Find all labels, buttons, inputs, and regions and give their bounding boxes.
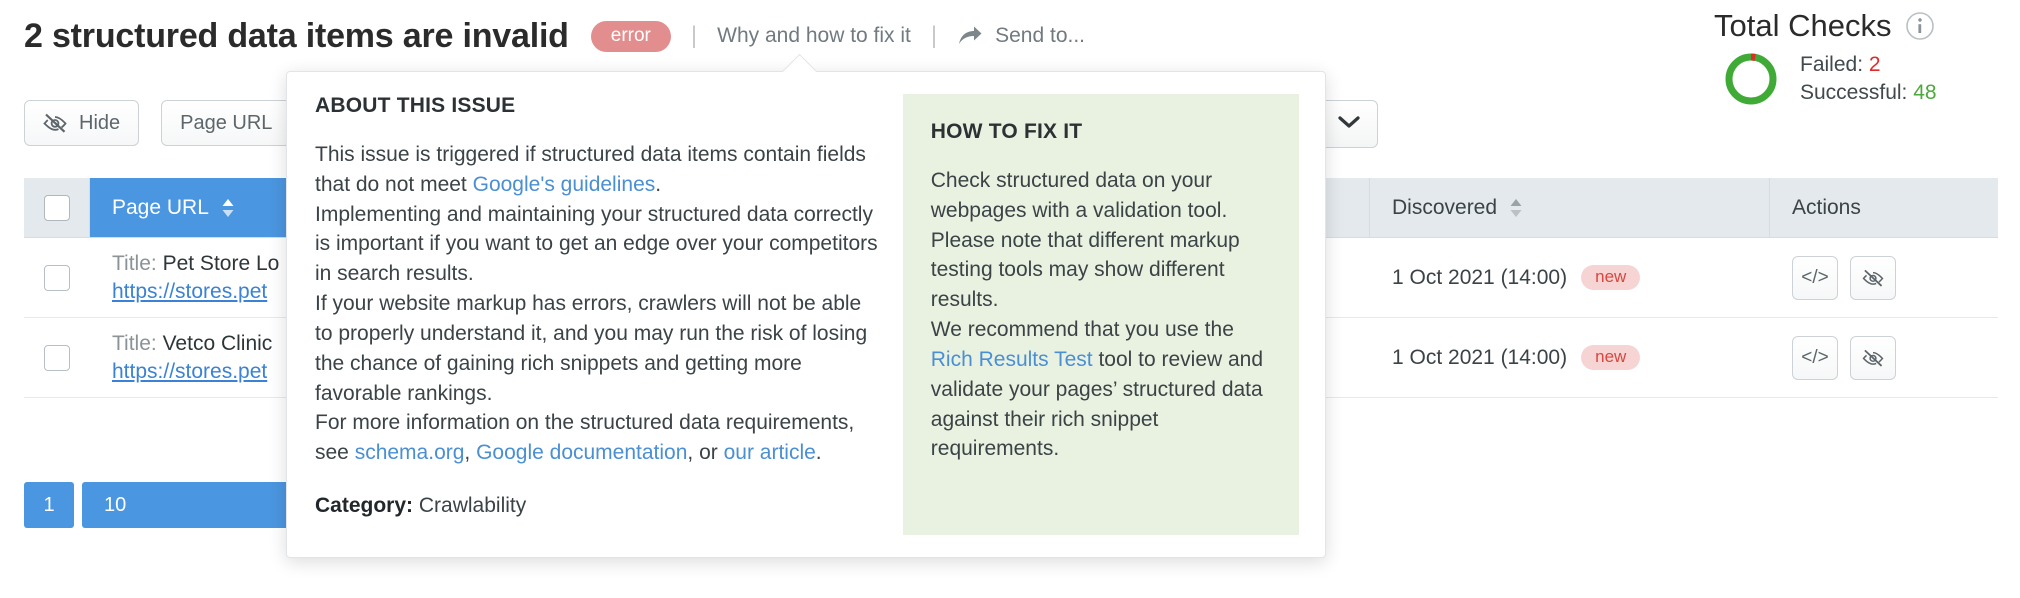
send-to-label: Send to...: [995, 24, 1086, 47]
select-all-header: [24, 178, 90, 237]
about-p4-mid-1: ,: [464, 441, 477, 465]
checks-stats: Failed: 2 Successful: 48: [1800, 51, 1937, 108]
issue-info-popup: ABOUT THIS ISSUE This issue is triggered…: [286, 71, 1326, 558]
failed-stat: Failed: 2: [1800, 51, 1937, 79]
fix-heading: HOW TO FIX IT: [930, 120, 1083, 143]
about-p4-mid-2: , or: [687, 441, 724, 465]
fix-paragraph-2: We recommend that you use the Rich Resul…: [931, 315, 1271, 464]
pagination-page-1[interactable]: 1: [24, 482, 74, 528]
rich-results-test-link[interactable]: Rich Results Test: [931, 348, 1093, 371]
row-actions-cell: </>: [1770, 318, 1998, 397]
header-divider-2: |: [930, 22, 938, 49]
eye-slash-icon: [1862, 269, 1884, 287]
row-title-label: Title:: [112, 251, 157, 275]
row-url-link[interactable]: https://stores.pet: [112, 360, 267, 384]
view-code-button[interactable]: </>: [1792, 335, 1838, 380]
row-new-badge: new: [1581, 265, 1641, 290]
page-url-filter-label: Page URL: [180, 111, 273, 134]
fix-paragraph-1: Check structured data on your webpages w…: [930, 169, 1240, 312]
row-new-badge: new: [1581, 345, 1641, 370]
sort-arrows-icon: [1509, 197, 1523, 219]
row-title-label: Title:: [112, 331, 157, 355]
eye-slash-icon: [1862, 349, 1884, 367]
column-settings-button[interactable]: [1320, 100, 1378, 148]
about-p4-text-b: .: [815, 441, 822, 465]
checks-donut-chart: [1722, 50, 1780, 108]
schema-org-link[interactable]: schema.org: [355, 441, 465, 464]
hide-row-button[interactable]: [1850, 255, 1896, 300]
about-paragraph-2: Implementing and maintaining your struct…: [315, 202, 878, 286]
total-checks-panel: Total Checks Failed: 2 Successful: 48: [1672, 8, 2002, 108]
chevron-down-icon: [1336, 114, 1362, 135]
pagination-per-page[interactable]: 10: [82, 482, 318, 528]
column-header-discovered-label: Discovered: [1392, 195, 1498, 219]
google-documentation-link[interactable]: Google documentation: [476, 441, 687, 464]
why-and-how-to-fix-link[interactable]: Why and how to fix it: [717, 24, 911, 48]
about-paragraph-4: For more information on the structured d…: [315, 408, 879, 468]
table-toolbar: Hide Page URL: [24, 100, 292, 146]
hide-button[interactable]: Hide: [24, 100, 140, 146]
eye-slash-icon: [43, 113, 67, 133]
category-label: Category:: [315, 493, 414, 517]
about-paragraph-1: This issue is triggered if structured da…: [315, 140, 879, 200]
fix-p2-text-a: We recommend that you use the: [930, 318, 1234, 342]
info-icon[interactable]: [1905, 11, 1935, 41]
issue-detail-page: 2 structured data items are invalid erro…: [0, 0, 2020, 598]
how-to-fix-it-section: HOW TO FIX IT Check structured data on y…: [902, 94, 1299, 535]
row-title: Title: Pet Store Lo: [112, 252, 279, 276]
row-discovered-cell: 1 Oct 2021 (14:00) new: [1370, 318, 1770, 397]
column-header-actions-label: Actions: [1792, 195, 1861, 219]
sort-arrows-icon: [221, 197, 235, 219]
send-to-button[interactable]: Send to...: [957, 24, 1085, 48]
category-line: Category: Crawlability: [315, 494, 879, 518]
google-guidelines-link[interactable]: Google's guidelines: [473, 173, 656, 196]
our-article-link[interactable]: our article: [724, 441, 816, 464]
total-checks-header: Total Checks: [1672, 8, 2002, 44]
about-paragraph-3: If your website markup has errors, crawl…: [315, 292, 868, 405]
row-discovered-value: 1 Oct 2021 (14:00): [1392, 345, 1568, 369]
total-checks-title: Total Checks: [1714, 8, 1892, 43]
header-divider-1: |: [690, 22, 698, 49]
row-url-link[interactable]: https://stores.pet: [112, 280, 267, 304]
total-checks-body: Failed: 2 Successful: 48: [1672, 50, 2002, 108]
pagination: 1 10: [24, 482, 318, 528]
about-p1-text-b: .: [655, 172, 662, 196]
successful-stat: Successful: 48: [1800, 79, 1937, 107]
row-discovered-value: 1 Oct 2021 (14:00): [1392, 265, 1568, 289]
page-url-filter-button[interactable]: Page URL: [161, 100, 292, 146]
row-title-value: Vetco Clinic: [162, 331, 273, 355]
failed-label: Failed:: [1800, 52, 1864, 76]
row-checkbox[interactable]: [44, 264, 70, 291]
status-badge: error: [590, 20, 671, 52]
select-all-checkbox[interactable]: [43, 194, 70, 221]
page-title: 2 structured data items are invalid: [24, 16, 569, 55]
view-code-button[interactable]: </>: [1792, 255, 1838, 300]
column-header-discovered[interactable]: Discovered: [1370, 178, 1770, 237]
row-select-cell: [24, 318, 90, 397]
failed-value: 2: [1868, 52, 1881, 76]
hide-row-button[interactable]: [1850, 335, 1896, 380]
column-header-actions: Actions: [1770, 178, 1998, 237]
row-title-value: Pet Store Lo: [162, 251, 280, 275]
share-arrow-icon: [957, 25, 983, 47]
about-this-issue-section: ABOUT THIS ISSUE This issue is triggered…: [315, 94, 879, 535]
row-select-cell: [24, 238, 90, 317]
column-header-page-url-label: Page URL: [112, 195, 209, 219]
row-discovered-cell: 1 Oct 2021 (14:00) new: [1370, 238, 1770, 317]
row-actions-cell: </>: [1770, 238, 1998, 317]
category-value: Crawlability: [418, 493, 527, 517]
row-checkbox[interactable]: [44, 344, 70, 371]
row-title: Title: Vetco Clinic: [112, 332, 272, 356]
hide-button-label: Hide: [79, 111, 121, 134]
about-heading: ABOUT THIS ISSUE: [315, 94, 516, 117]
successful-value: 48: [1913, 81, 1937, 104]
successful-label: Successful:: [1800, 81, 1908, 104]
